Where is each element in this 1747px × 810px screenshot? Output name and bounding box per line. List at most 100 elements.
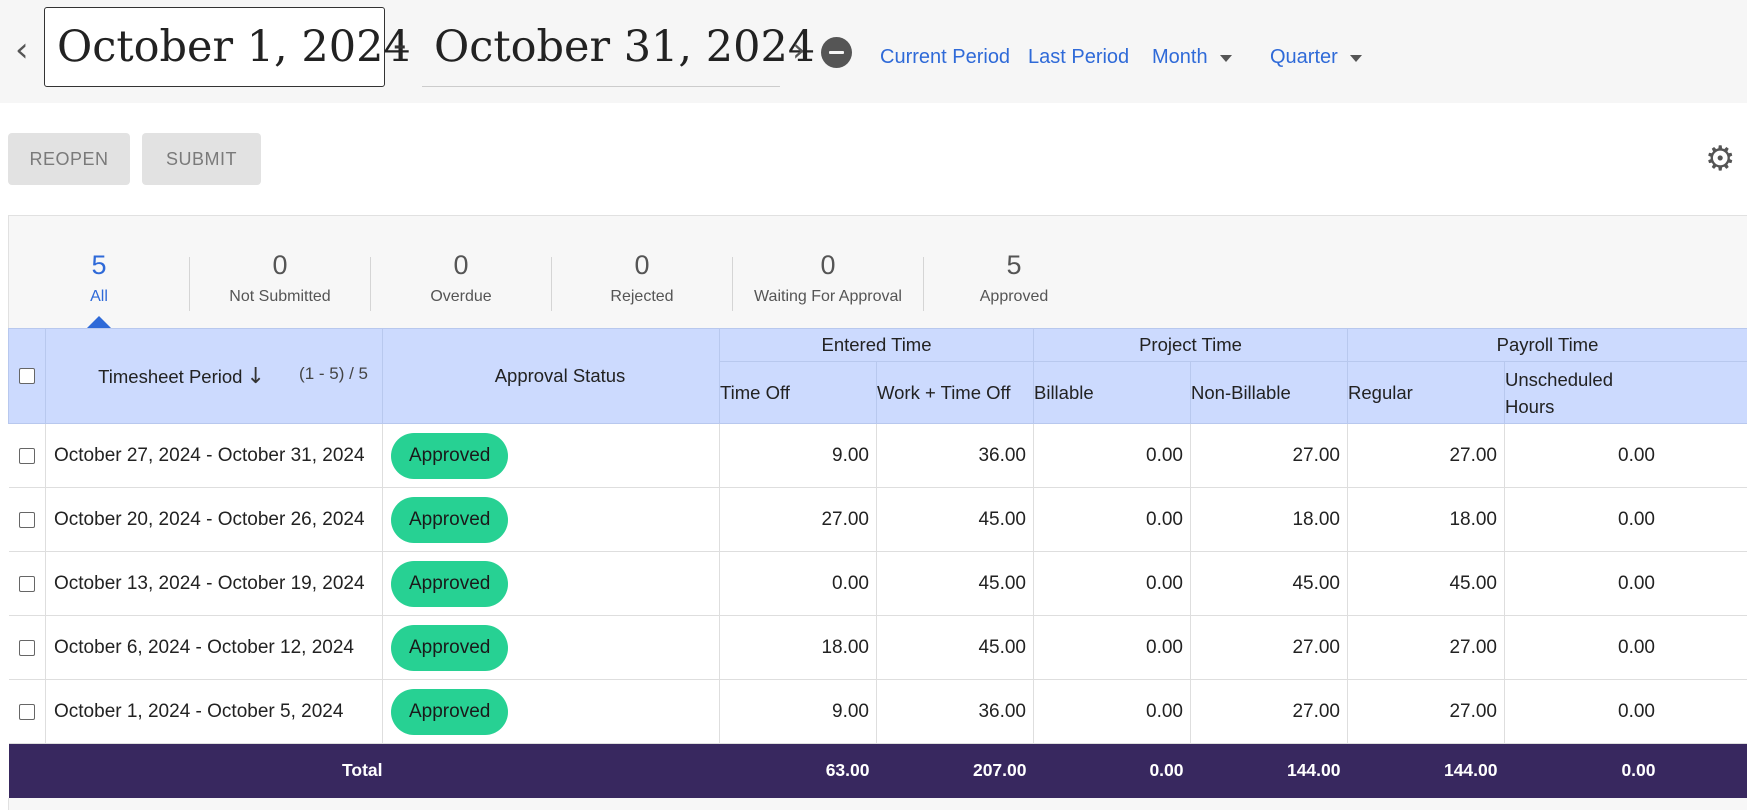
status-cell: Approved <box>383 616 720 680</box>
total-work-time-off: 207.00 <box>877 744 1034 798</box>
timesheet-period-link[interactable]: October 6, 2024 - October 12, 2024 <box>46 616 383 680</box>
status-badge: Approved <box>391 497 508 543</box>
row-checkbox[interactable] <box>19 448 35 464</box>
stat-label: All <box>39 288 159 306</box>
table-row: October 27, 2024 - October 31, 2024 Appr… <box>9 424 1747 488</box>
stat-count: 0 <box>743 250 913 284</box>
work-time-off-header[interactable]: Work + Time Off <box>877 362 1034 424</box>
status-cell: Approved <box>383 552 720 616</box>
billable-cell: 0.00 <box>1034 552 1191 616</box>
unscheduled-hours-header[interactable]: Unscheduled Hours <box>1505 362 1747 424</box>
total-row: Total 63.00 207.00 0.00 144.00 144.00 0.… <box>9 744 1747 798</box>
approval-status-header[interactable]: Approval Status <box>383 329 720 424</box>
non-billable-header[interactable]: Non-Billable <box>1191 362 1348 424</box>
row-checkbox[interactable] <box>19 576 35 592</box>
submit-button[interactable]: SUBMIT <box>142 133 261 185</box>
row-checkbox[interactable] <box>19 512 35 528</box>
quarter-dropdown[interactable]: Quarter <box>1270 46 1362 69</box>
divider <box>370 257 371 311</box>
project-time-group-header: Project Time <box>1034 329 1348 362</box>
stat-rejected[interactable]: 0 Rejected <box>562 250 722 306</box>
minus-circle-icon[interactable] <box>821 37 852 68</box>
table-row: October 13, 2024 - October 19, 2024 Appr… <box>9 552 1747 616</box>
divider <box>732 257 733 311</box>
stat-count: 0 <box>200 250 360 284</box>
status-cell: Approved <box>383 424 720 488</box>
non-billable-cell: 27.00 <box>1191 616 1348 680</box>
row-select-cell <box>9 680 46 744</box>
total-label: Total <box>46 744 383 798</box>
work-time-off-cell: 45.00 <box>877 552 1034 616</box>
entered-time-group-header: Entered Time <box>720 329 1034 362</box>
unscheduled-cell: 0.00 <box>1505 680 1747 744</box>
billable-cell: 0.00 <box>1034 488 1191 552</box>
row-checkbox[interactable] <box>19 640 35 656</box>
total-unscheduled: 0.00 <box>1505 744 1747 798</box>
row-checkbox[interactable] <box>19 704 35 720</box>
status-cell: Approved <box>383 488 720 552</box>
timesheet-period-label: Timesheet Period <box>98 366 242 387</box>
timesheet-table: Timesheet Period↓ (1 - 5) / 5 Approval S… <box>8 328 1747 798</box>
table-row: October 20, 2024 - October 26, 2024 Appr… <box>9 488 1747 552</box>
time-off-cell: 18.00 <box>720 616 877 680</box>
active-tab-indicator <box>87 316 111 328</box>
stat-not-submitted[interactable]: 0 Not Submitted <box>200 250 360 306</box>
row-select-cell <box>9 488 46 552</box>
status-badge: Approved <box>391 561 508 607</box>
chevron-right-icon[interactable]: › <box>792 33 806 67</box>
billable-cell: 0.00 <box>1034 616 1191 680</box>
month-dropdown[interactable]: Month <box>1152 46 1232 69</box>
stat-waiting-for-approval[interactable]: 0 Waiting For Approval <box>743 250 913 306</box>
row-select-cell <box>9 616 46 680</box>
total-non-billable: 144.00 <box>1191 744 1348 798</box>
timesheet-period-link[interactable]: October 13, 2024 - October 19, 2024 <box>46 552 383 616</box>
work-time-off-cell: 36.00 <box>877 424 1034 488</box>
pagination-range: (1 - 5) / 5 <box>299 364 368 384</box>
divider <box>551 257 552 311</box>
reopen-button[interactable]: REOPEN <box>8 133 130 185</box>
date-separator: - <box>393 22 407 68</box>
table-row: October 6, 2024 - October 12, 2024 Appro… <box>9 616 1747 680</box>
non-billable-cell: 45.00 <box>1191 552 1348 616</box>
time-off-cell: 9.00 <box>720 680 877 744</box>
non-billable-cell: 27.00 <box>1191 680 1348 744</box>
caret-down-icon <box>1220 55 1232 62</box>
stat-label: Rejected <box>562 288 722 306</box>
payroll-time-group-header: Payroll Time <box>1348 329 1747 362</box>
regular-cell: 18.00 <box>1348 488 1505 552</box>
start-date-field[interactable]: October 1, 2024 <box>44 7 385 87</box>
non-billable-cell: 27.00 <box>1191 424 1348 488</box>
unscheduled-cell: 0.00 <box>1505 552 1747 616</box>
time-off-header[interactable]: Time Off <box>720 362 877 424</box>
billable-header[interactable]: Billable <box>1034 362 1191 424</box>
work-time-off-cell: 45.00 <box>877 488 1034 552</box>
timesheet-period-header[interactable]: Timesheet Period↓ (1 - 5) / 5 <box>46 329 383 424</box>
gear-icon[interactable]: ⚙ <box>1705 142 1735 176</box>
timesheet-period-link[interactable]: October 1, 2024 - October 5, 2024 <box>46 680 383 744</box>
regular-header[interactable]: Regular <box>1348 362 1505 424</box>
sort-down-icon[interactable]: ↓ <box>246 364 264 389</box>
last-period-link[interactable]: Last Period <box>1028 46 1129 69</box>
quarter-label: Quarter <box>1270 46 1338 68</box>
billable-cell: 0.00 <box>1034 424 1191 488</box>
current-period-link[interactable]: Current Period <box>880 46 1010 69</box>
stat-overdue[interactable]: 0 Overdue <box>381 250 541 306</box>
select-all-cell <box>9 329 46 424</box>
unscheduled-cell: 0.00 <box>1505 488 1747 552</box>
regular-cell: 27.00 <box>1348 680 1505 744</box>
chevron-left-icon[interactable]: ‹ <box>15 33 29 67</box>
time-off-cell: 27.00 <box>720 488 877 552</box>
timesheet-period-link[interactable]: October 20, 2024 - October 26, 2024 <box>46 488 383 552</box>
month-label: Month <box>1152 46 1208 68</box>
time-off-cell: 9.00 <box>720 424 877 488</box>
work-time-off-cell: 36.00 <box>877 680 1034 744</box>
stat-all[interactable]: 5 All <box>39 250 159 306</box>
select-all-checkbox[interactable] <box>19 368 35 384</box>
total-billable: 0.00 <box>1034 744 1191 798</box>
billable-cell: 0.00 <box>1034 680 1191 744</box>
stat-approved[interactable]: 5 Approved <box>934 250 1094 306</box>
status-badge: Approved <box>391 625 508 671</box>
end-date-field[interactable]: October 31, 2024 <box>422 7 780 87</box>
timesheet-period-link[interactable]: October 27, 2024 - October 31, 2024 <box>46 424 383 488</box>
total-time-off: 63.00 <box>720 744 877 798</box>
